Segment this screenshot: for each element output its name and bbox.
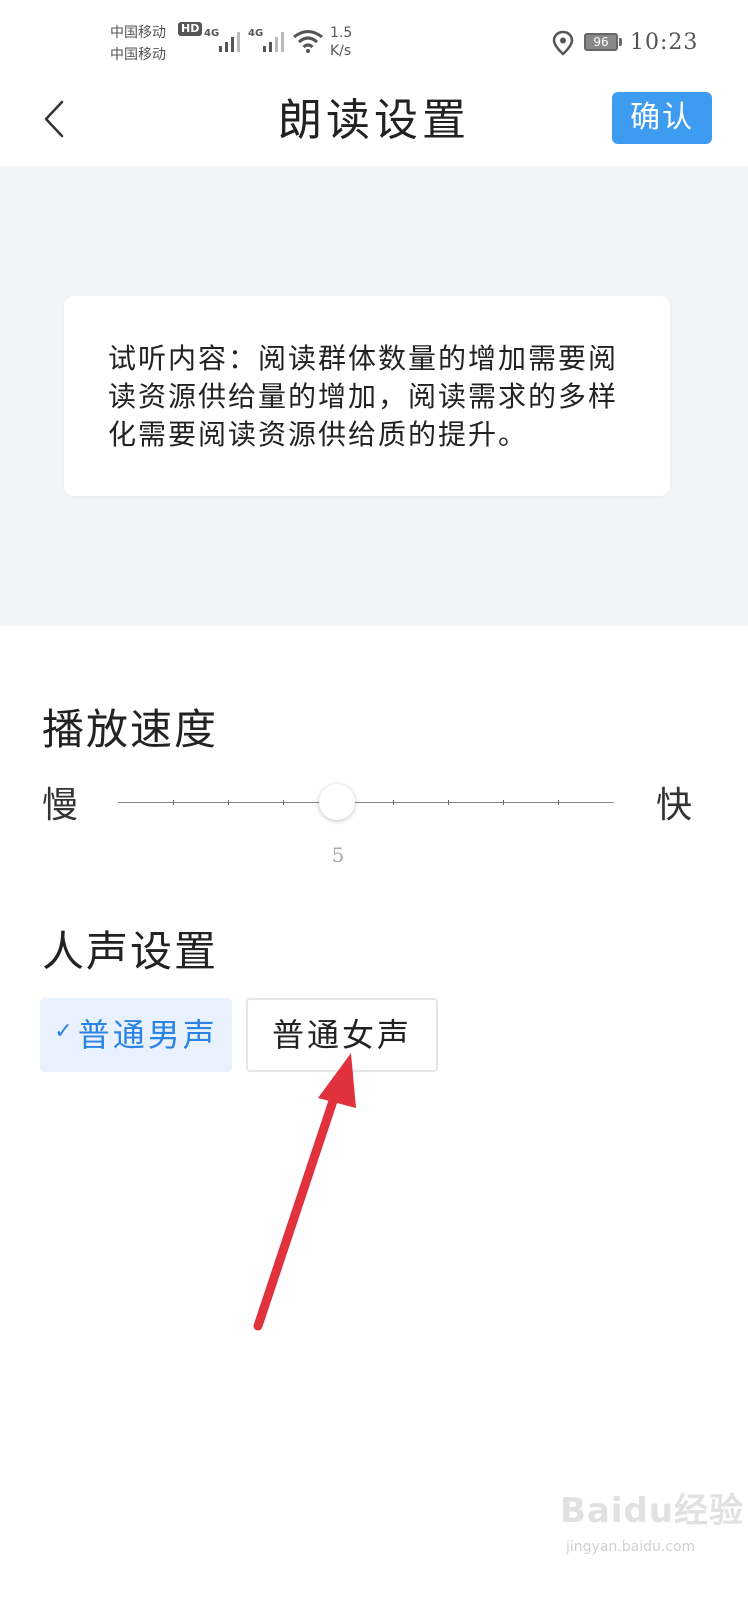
header: 朗读设置 确认	[0, 80, 748, 166]
slider-tick	[283, 800, 284, 805]
hd-badge: HD	[178, 22, 203, 36]
wifi-icon	[293, 30, 323, 53]
voice-option-male-label: 普通男声	[77, 1016, 218, 1054]
watermark-logo: Baidu经验	[560, 1491, 745, 1531]
voice-section-title: 人声设置	[42, 927, 219, 976]
speed-fast-label: 快	[656, 785, 693, 826]
speed-value: 1.5	[330, 25, 353, 41]
signal-2-icon: 4G	[248, 26, 290, 54]
battery-level: 96	[593, 35, 609, 49]
speed-section-title: 播放速度	[42, 705, 219, 754]
signal-1-icon: 4G	[204, 26, 246, 54]
watermark-url: jingyan.baidu.com	[566, 1539, 696, 1555]
speed-slider-thumb[interactable]	[319, 784, 355, 820]
carrier-1-label: 中国移动	[110, 25, 166, 41]
status-bar: 中国移动 中国移动 HD 4G 4G 1.5 K/s 96 10:23	[0, 0, 748, 80]
baidu-watermark: Baidu经验 jingyan.baidu.com	[560, 1488, 743, 1568]
check-icon: ✓	[54, 1019, 76, 1044]
clock: 10:23	[630, 30, 699, 55]
voice-option-female-label: 普通女声	[271, 1016, 412, 1054]
network-1-label: 4G	[204, 28, 220, 39]
preview-text: 试听内容：阅读群体数量的增加需要阅读资源供给量的增加，阅读需求的多样化需要阅读资…	[108, 342, 619, 451]
network-speed: 1.5 K/s	[330, 24, 352, 60]
carrier-2-label: 中国移动	[110, 47, 166, 63]
carrier-info: 中国移动 中国移动 HD	[110, 22, 203, 66]
battery-icon: 96	[584, 33, 622, 51]
voice-option-male[interactable]: ✓普通男声	[40, 998, 232, 1072]
slider-tick	[173, 800, 174, 805]
slider-tick	[558, 800, 559, 805]
slider-tick	[228, 800, 229, 805]
speed-slow-label: 慢	[42, 785, 79, 826]
speed-unit: K/s	[330, 43, 352, 59]
slider-tick	[503, 800, 504, 805]
location-icon	[552, 30, 574, 56]
speed-slider-track[interactable]	[118, 802, 614, 803]
confirm-button[interactable]: 确认	[612, 92, 712, 144]
network-2-label: 4G	[248, 28, 264, 39]
preview-card: 试听内容：阅读群体数量的增加需要阅读资源供给量的增加，阅读需求的多样化需要阅读资…	[64, 296, 670, 496]
slider-tick	[448, 800, 449, 805]
preview-area: 试听内容：阅读群体数量的增加需要阅读资源供给量的增加，阅读需求的多样化需要阅读资…	[0, 166, 748, 626]
speed-slider-value: 5	[331, 843, 345, 867]
slider-tick	[393, 800, 394, 805]
voice-option-female[interactable]: 普通女声	[246, 998, 438, 1072]
